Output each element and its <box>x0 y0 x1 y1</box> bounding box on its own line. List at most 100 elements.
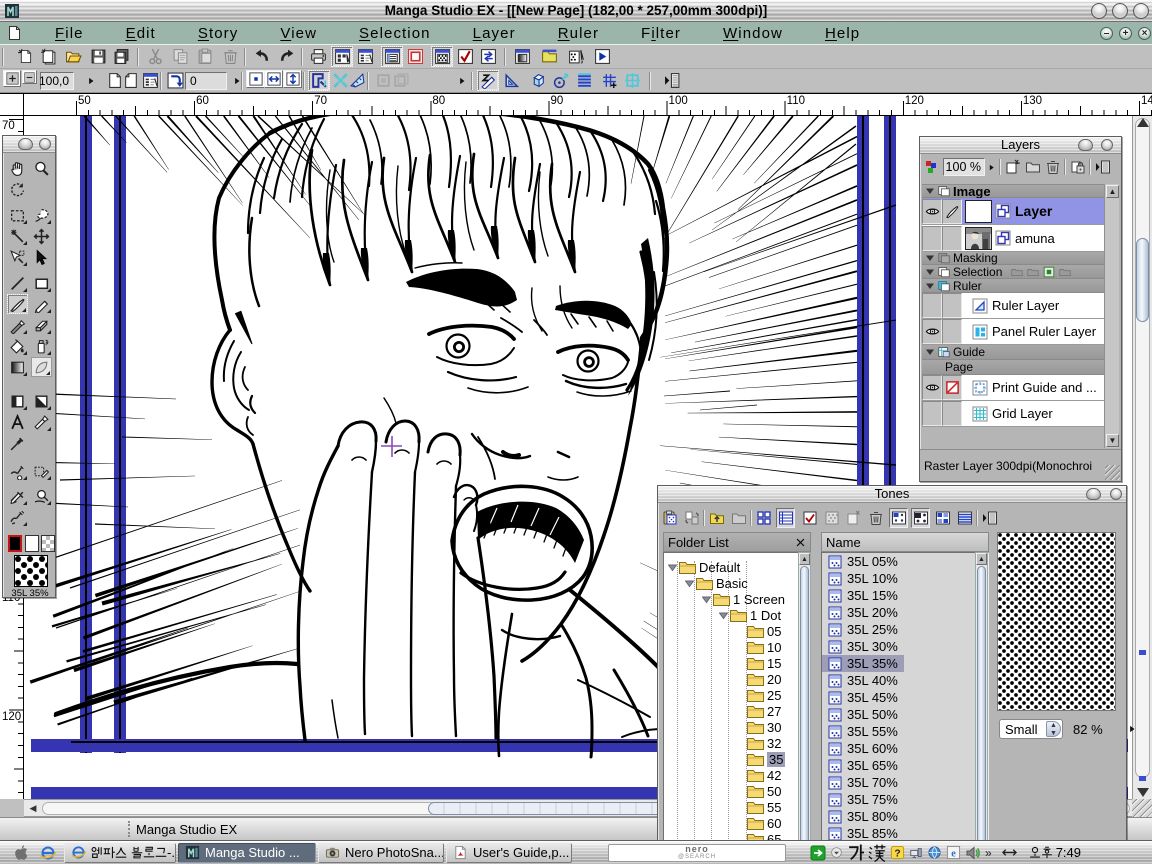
selection-pen-tool[interactable] <box>31 461 52 481</box>
zoom-out-button[interactable] <box>22 70 37 84</box>
tray-volume-icon[interactable] <box>965 845 981 861</box>
mdi-document-icon[interactable] <box>6 25 22 41</box>
minimize-button[interactable] <box>1091 3 1107 19</box>
tone-list-item[interactable]: 35L 15% <box>822 587 988 604</box>
folder-tree-item[interactable]: Basic <box>685 575 748 591</box>
preview-options-arrow[interactable] <box>1127 724 1137 734</box>
menu-edit[interactable]: Edit <box>126 23 156 44</box>
collapse-triangle-icon[interactable] <box>926 187 934 195</box>
layer-thumbnail[interactable] <box>965 227 992 250</box>
task-empas-blog[interactable]: -... <box>64 843 176 863</box>
focus-lines-button[interactable] <box>550 70 572 91</box>
layer-visibility-toggle[interactable] <box>922 319 942 344</box>
preview-size-select[interactable]: Small ▲▼ <box>999 719 1063 739</box>
layers-scrollbar[interactable]: ▲ ▼ <box>1104 184 1119 448</box>
tray-green-arrow-icon[interactable] <box>810 845 826 861</box>
transparent-color-swatch[interactable] <box>41 535 55 552</box>
expand-triangle-icon[interactable] <box>719 611 728 620</box>
lock-layer-button[interactable] <box>1068 157 1087 177</box>
tone-list-item[interactable]: 35L 75% <box>822 791 988 808</box>
tray-dropdown-icon[interactable] <box>830 846 843 859</box>
mdi-minimize-button[interactable]: – <box>1100 27 1113 40</box>
tone-list-item[interactable]: 35L 65% <box>822 757 988 774</box>
layers-palette-close-button[interactable] <box>1101 139 1113 151</box>
layer-row-panel-ruler-layer[interactable]: Panel Ruler Layer <box>922 319 1106 345</box>
panel-maker-button[interactable] <box>308 70 330 91</box>
grid-area-button[interactable] <box>621 70 643 91</box>
layers-palette-titlebar[interactable]: Layers <box>920 137 1121 154</box>
current-tone-swatch[interactable] <box>14 555 48 587</box>
tray-updater-icon[interactable] <box>946 845 961 860</box>
hand-tool[interactable] <box>7 158 28 178</box>
marquee-tool[interactable] <box>7 205 28 225</box>
close-folder-pane-icon[interactable] <box>795 537 806 548</box>
ime-korean-indicator[interactable] <box>847 844 864 861</box>
layer-print-toggle[interactable] <box>942 375 962 400</box>
tone-list-item[interactable]: 35L 05% <box>822 553 988 570</box>
menu-help[interactable]: Help <box>825 23 860 44</box>
folder-tree-item[interactable]: 20 <box>736 671 781 687</box>
tone-tool[interactable] <box>31 357 52 377</box>
thumbnail-view-button[interactable] <box>754 508 773 528</box>
layer-visibility-toggle[interactable] <box>922 199 942 224</box>
scroll-down-arrow[interactable] <box>1137 788 1149 797</box>
folder-up-button[interactable] <box>707 508 726 528</box>
tone-list-item[interactable]: 35L 20% <box>822 604 988 621</box>
actual-size-button[interactable] <box>246 70 265 88</box>
selection-new-icon[interactable] <box>1042 265 1056 279</box>
gradient-tool[interactable] <box>7 357 28 377</box>
start-button[interactable] <box>0 844 40 861</box>
undo-button[interactable] <box>250 46 272 67</box>
layer-draw-toggle[interactable] <box>942 401 962 426</box>
layer-group-ruler[interactable]: Ruler <box>922 279 1106 293</box>
toggle-navigator-palette-button[interactable] <box>404 46 426 67</box>
page-number-value[interactable]: 0 <box>185 72 227 90</box>
collapse-triangle-icon[interactable] <box>926 348 934 356</box>
layer-group-masking[interactable]: Masking <box>922 252 1106 265</box>
print-button[interactable] <box>307 46 329 67</box>
layer-draw-toggle[interactable] <box>942 319 962 344</box>
toolbar-overflow-button[interactable] <box>661 70 683 91</box>
layer-group-page[interactable]: Page <box>922 360 1106 375</box>
folder-tree-item[interactable]: 25 <box>736 687 781 703</box>
tone-list-item[interactable]: 35L 55% <box>822 723 988 740</box>
delete-button[interactable] <box>219 46 241 67</box>
tray-display-icon[interactable] <box>909 846 923 860</box>
show-grid-toggle[interactable] <box>933 508 952 528</box>
eyedropper-tool[interactable] <box>7 433 28 453</box>
line-tool[interactable] <box>7 273 28 293</box>
grid-button[interactable] <box>598 70 620 91</box>
save-button[interactable] <box>87 46 109 67</box>
folder-tree-item[interactable]: 35 <box>736 751 785 767</box>
perspective-ruler-button[interactable] <box>527 70 549 91</box>
folder-new-button[interactable] <box>729 508 748 528</box>
layer-row-grid-layer[interactable]: Grid Layer <box>922 401 1106 427</box>
delete-layer-button[interactable] <box>1043 157 1062 177</box>
jump-page-button[interactable] <box>164 70 186 91</box>
line-edit-tool[interactable] <box>7 486 28 506</box>
folder-tree-item[interactable]: 1 Dot <box>719 607 781 623</box>
collapse-triangle-icon[interactable] <box>926 254 934 262</box>
toggle-properties-palette-button[interactable] <box>454 46 476 67</box>
pen-ruler-button[interactable] <box>477 70 499 91</box>
ruler-select-button[interactable] <box>500 70 522 91</box>
text-tool[interactable] <box>7 412 28 432</box>
zoom-in-button[interactable] <box>3 70 21 87</box>
paste-tone-button[interactable] <box>660 508 679 528</box>
zoom-value[interactable]: 100,0 <box>40 72 74 90</box>
tone-list-item[interactable]: 35L 25% <box>822 621 988 638</box>
background-color-swatch[interactable] <box>25 535 39 552</box>
menu-layer[interactable]: Layer <box>473 23 516 44</box>
panel-ruler-button[interactable] <box>346 70 368 91</box>
show-sample-toggle[interactable] <box>911 508 930 528</box>
selection-convert-icon[interactable] <box>1058 265 1072 279</box>
layers-palette-collapse-button[interactable] <box>1078 139 1093 151</box>
copy-button[interactable] <box>169 46 191 67</box>
layer-draw-toggle[interactable] <box>942 226 962 251</box>
fit-height-button[interactable] <box>283 70 302 88</box>
ime-help-icon[interactable] <box>890 845 905 860</box>
panel-diagonal-tool[interactable] <box>31 391 52 411</box>
toggle-layers-palette-button[interactable] <box>381 46 403 67</box>
nero-search-box[interactable]: nero @SEARCH <box>608 844 786 862</box>
tray-network-icon[interactable] <box>927 845 942 860</box>
